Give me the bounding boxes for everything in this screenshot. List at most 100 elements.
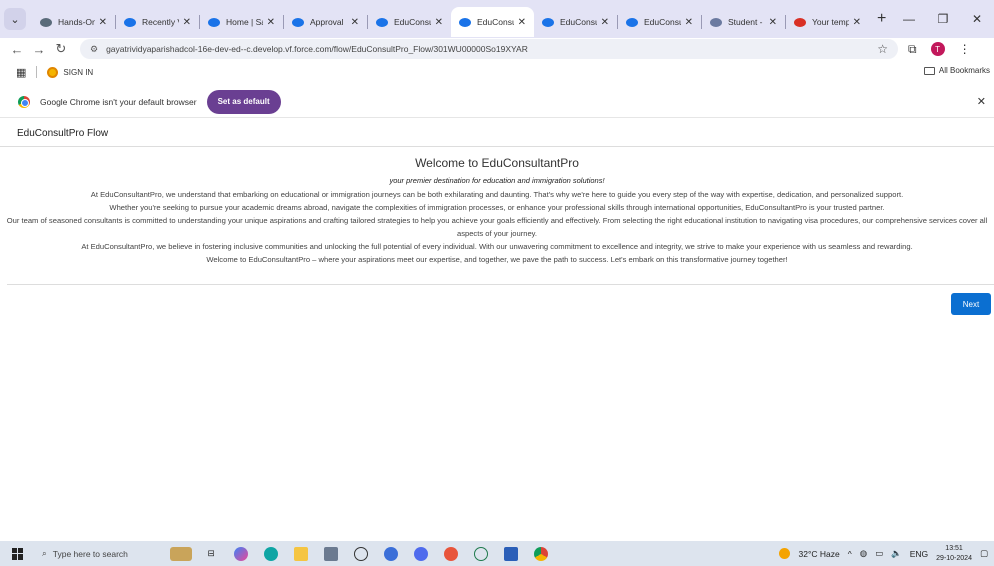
chat-icon[interactable] bbox=[406, 541, 436, 566]
bookmark-star-icon[interactable]: ☆ bbox=[877, 42, 888, 56]
browser-tab[interactable]: Approval ✕ bbox=[284, 7, 367, 37]
battery-icon[interactable]: ▭ bbox=[875, 548, 883, 559]
edge-icon[interactable] bbox=[256, 541, 286, 566]
network-icon[interactable]: ◍ bbox=[860, 548, 867, 559]
welcome-paragraph: At EduConsultantPro, we believe in foste… bbox=[81, 242, 913, 251]
whatsapp-icon[interactable] bbox=[466, 541, 496, 566]
tab-close-icon[interactable]: ✕ bbox=[769, 17, 777, 28]
folder-icon bbox=[923, 66, 935, 75]
tab-favicon-icon bbox=[40, 17, 52, 27]
minimize-icon[interactable]: — bbox=[892, 12, 926, 26]
tab-close-icon[interactable]: ✕ bbox=[267, 17, 275, 28]
all-bookmarks-label: All Bookmarks bbox=[938, 66, 990, 75]
tab-close-icon[interactable]: ✕ bbox=[853, 17, 861, 28]
welcome-paragraph: Whether you're seeking to pursue your ac… bbox=[109, 203, 885, 212]
office-icon[interactable] bbox=[436, 541, 466, 566]
weather-icon[interactable] bbox=[779, 548, 791, 559]
tab-title: Recently V bbox=[142, 17, 179, 27]
browser-tab[interactable]: Student - ✕ bbox=[702, 7, 785, 37]
browser-tab[interactable]: EduConsu ✕ bbox=[534, 7, 617, 37]
tab-favicon-icon bbox=[459, 17, 471, 27]
site-info-icon[interactable]: ⚙ bbox=[90, 44, 98, 55]
bookmarks-divider bbox=[36, 66, 38, 78]
footer-divider bbox=[7, 284, 994, 285]
windows-taskbar: ⌕ Type here to search ⊟ 32°C Haze ^ ◍ ▭ … bbox=[0, 541, 994, 566]
welcome-paragraph: At EduConsultantPro, we understand that … bbox=[90, 190, 904, 199]
tab-list: Hands-On✕Recently V✕Home | Sa✕Approval✕E… bbox=[32, 1, 869, 37]
browser-tab[interactable]: Recently V ✕ bbox=[116, 7, 199, 37]
tab-close-icon[interactable]: ✕ bbox=[435, 17, 443, 28]
volume-icon[interactable]: 🔈 bbox=[891, 548, 902, 559]
back-icon[interactable]: ← bbox=[6, 42, 28, 57]
browser-tab[interactable]: Hands-On ✕ bbox=[32, 7, 115, 37]
copilot-icon[interactable] bbox=[226, 541, 256, 566]
tab-strip: ⌄ Hands-On✕Recently V✕Home | Sa✕Approval… bbox=[0, 0, 994, 38]
browser-tab[interactable]: Home | Sa ✕ bbox=[200, 7, 283, 37]
bookmark-sign-in[interactable]: SIGN IN bbox=[63, 68, 93, 77]
profile-avatar[interactable]: T bbox=[930, 42, 945, 56]
taskbar-search[interactable]: ⌕ Type here to search bbox=[36, 541, 166, 566]
browser-tab[interactable]: Your temp ✕ bbox=[786, 7, 869, 37]
dell-icon[interactable] bbox=[346, 541, 376, 566]
weather-text[interactable]: 32°C Haze bbox=[798, 549, 839, 559]
tab-close-icon[interactable]: ✕ bbox=[518, 17, 526, 28]
language-indicator[interactable]: ENG bbox=[910, 549, 928, 559]
file-explorer-icon[interactable] bbox=[286, 541, 316, 566]
welcome-paragraph: Welcome to EduConsultantPro – where your… bbox=[206, 255, 788, 264]
tab-title: Approval bbox=[310, 17, 344, 27]
tab-close-icon[interactable]: ✕ bbox=[183, 17, 191, 28]
tray-chevron-icon[interactable]: ^ bbox=[848, 549, 852, 559]
reload-icon[interactable]: ↻ bbox=[50, 41, 72, 57]
task-view-icon[interactable]: ⊟ bbox=[196, 541, 226, 566]
address-bar[interactable]: ⚙ gayatrividyaparishadcol-16e-dev-ed--c.… bbox=[80, 39, 898, 59]
browser-tab[interactable]: EduConsu ✕ bbox=[618, 7, 701, 37]
extensions-icon[interactable]: ⧉ bbox=[908, 42, 917, 57]
tab-title: Hands-On bbox=[58, 17, 95, 27]
tab-favicon-icon bbox=[626, 17, 638, 27]
browser-toolbar: ← → ↻ ⚙ gayatrividyaparishadcol-16e-dev-… bbox=[0, 38, 994, 60]
menu-icon[interactable]: ⋮ bbox=[959, 42, 971, 56]
tab-favicon-icon bbox=[208, 17, 220, 27]
all-bookmarks-button[interactable]: All Bookmarks bbox=[923, 66, 990, 75]
apps-grid-icon[interactable]: ▦ bbox=[16, 66, 26, 79]
tab-close-icon[interactable]: ✕ bbox=[351, 17, 359, 28]
close-window-icon[interactable]: ✕ bbox=[960, 12, 994, 26]
bookmarks-bar: ▦ SIGN IN All Bookmarks bbox=[0, 60, 994, 84]
welcome-paragraph: Our team of seasoned consultants is comm… bbox=[6, 216, 988, 238]
flow-header: EduConsultPro Flow bbox=[0, 120, 994, 147]
chrome-taskbar-icon[interactable] bbox=[526, 541, 556, 566]
new-tab-button[interactable]: + bbox=[877, 10, 886, 28]
browser-tab[interactable]: EduConsu ✕ bbox=[368, 7, 451, 37]
close-icon[interactable]: ✕ bbox=[977, 95, 986, 108]
set-as-default-button[interactable]: Set as default bbox=[206, 89, 281, 114]
taskbar-search-placeholder: Type here to search bbox=[52, 548, 128, 559]
browser-tab[interactable]: EduConsu ✕ bbox=[451, 7, 534, 37]
start-button[interactable] bbox=[0, 547, 36, 560]
tab-search-button[interactable]: ⌄ bbox=[4, 8, 26, 30]
restore-icon[interactable]: ❐ bbox=[926, 12, 960, 26]
tab-close-icon[interactable]: ✕ bbox=[685, 17, 693, 28]
tab-title: EduConsu bbox=[644, 17, 681, 27]
word-icon[interactable] bbox=[496, 541, 526, 566]
welcome-subtitle: your premier destination for education a… bbox=[389, 176, 605, 185]
window-controls: — ❐ ✕ bbox=[892, 0, 994, 38]
tab-close-icon[interactable]: ✕ bbox=[99, 17, 107, 28]
next-button[interactable]: Next bbox=[951, 293, 991, 315]
tab-title: EduConsu bbox=[394, 17, 431, 27]
forward-icon[interactable]: → bbox=[28, 42, 50, 57]
system-tray: 32°C Haze ^ ◍ ▭ 🔈 ENG 13:51 29-10-2024 ▢ bbox=[779, 541, 988, 566]
search-icon: ⌕ bbox=[42, 548, 47, 558]
notifications-icon[interactable]: ▢ bbox=[980, 548, 988, 559]
settings-gear-icon[interactable] bbox=[376, 541, 406, 566]
tab-favicon-icon bbox=[376, 17, 388, 27]
clock[interactable]: 13:51 29-10-2024 bbox=[936, 544, 972, 564]
welcome-title: Welcome to EduConsultantPro bbox=[415, 156, 579, 170]
tab-favicon-icon bbox=[292, 17, 304, 27]
mail-icon[interactable] bbox=[316, 541, 346, 566]
chevron-down-icon: ⌄ bbox=[10, 13, 20, 26]
tab-close-icon[interactable]: ✕ bbox=[601, 17, 609, 28]
url-text[interactable]: gayatrividyaparishadcol-16e-dev-ed--c.de… bbox=[106, 44, 877, 54]
news-widget-icon[interactable] bbox=[166, 541, 196, 566]
tab-title: EduConsu bbox=[560, 17, 597, 27]
tab-favicon-icon bbox=[710, 17, 722, 27]
